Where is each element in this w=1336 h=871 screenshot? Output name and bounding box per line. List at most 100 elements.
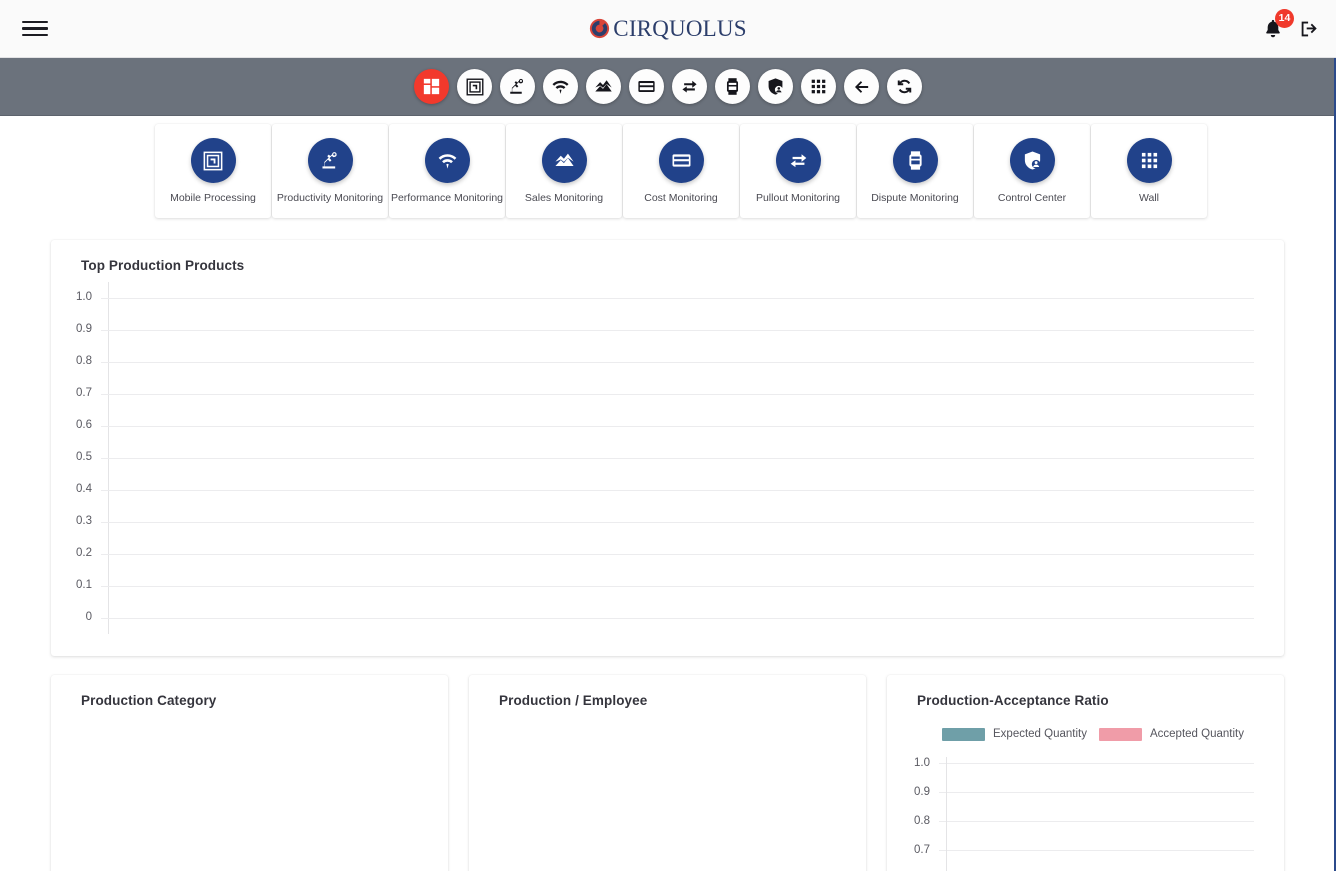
panel-top-production-products: Top Production Products 1.0 0.9 0.8 0.7 … bbox=[51, 240, 1284, 656]
gridline bbox=[101, 489, 1254, 491]
toolbar-dispute-monitoring-button[interactable] bbox=[715, 69, 750, 104]
y-axis-tick: 0.3 bbox=[76, 515, 92, 528]
shortcut-label: Cost Monitoring bbox=[644, 192, 718, 205]
exchange-arrows-icon bbox=[682, 80, 697, 93]
gridline bbox=[101, 329, 1254, 331]
legend-item-accepted-quantity[interactable]: Accepted Quantity bbox=[1098, 727, 1244, 741]
panel-title: Top Production Products bbox=[81, 258, 245, 273]
gridline bbox=[939, 792, 1254, 793]
chart-gridline-row: 0.9 bbox=[51, 314, 1254, 346]
shortcut-card-performance-monitoring[interactable]: Performance Monitoring bbox=[389, 124, 505, 218]
chart-gridline-row: 0.8 bbox=[51, 346, 1254, 378]
toolbar-mobile-processing-button[interactable] bbox=[457, 69, 492, 104]
bottom-panels-row: Production Category Production / Employe… bbox=[51, 675, 1284, 871]
y-axis-tick: 0.1 bbox=[76, 579, 92, 592]
y-axis-tick: 0.4 bbox=[76, 483, 92, 496]
gridline bbox=[101, 361, 1254, 363]
shortcut-label: Control Center bbox=[997, 192, 1067, 205]
shield-user-icon bbox=[768, 78, 783, 95]
y-axis-tick: 0.8 bbox=[76, 355, 92, 368]
y-axis-tick: 0.7 bbox=[76, 387, 92, 400]
notifications-button[interactable]: 14 bbox=[1262, 8, 1294, 41]
credit-card-icon bbox=[638, 80, 655, 93]
shortcut-card-pullout-monitoring[interactable]: Pullout Monitoring bbox=[740, 124, 856, 218]
toolbar-control-center-button[interactable] bbox=[758, 69, 793, 104]
chart-gridline-row: 0.1 bbox=[51, 570, 1254, 602]
chart-gridline-row: 0.2 bbox=[51, 538, 1254, 570]
hamburger-bar bbox=[22, 33, 48, 37]
logout-icon[interactable] bbox=[1298, 18, 1320, 40]
hamburger-bar bbox=[22, 27, 48, 30]
toolbar-refresh-button[interactable] bbox=[887, 69, 922, 104]
dashboard-grid-icon bbox=[423, 78, 440, 95]
chart-gridline-row: 0.3 bbox=[51, 506, 1254, 538]
chart-legend: Expected Quantity Accepted Quantity bbox=[942, 728, 1284, 741]
shortcut-label: Sales Monitoring bbox=[524, 192, 604, 205]
toolbar-performance-monitoring-button[interactable] bbox=[543, 69, 578, 104]
shortcut-icon-wrap bbox=[1009, 138, 1055, 184]
exchange-arrows-icon bbox=[790, 154, 806, 168]
shortcut-label: Wall bbox=[1138, 192, 1160, 205]
toolbar-sales-monitoring-button[interactable] bbox=[586, 69, 621, 104]
chart-gridline-row: 0.7 bbox=[51, 378, 1254, 410]
top-header-bar: CIRQUOLUS 14 bbox=[0, 0, 1336, 58]
y-axis-tick: 0.5 bbox=[76, 451, 92, 464]
shortcut-card-mobile-processing[interactable]: Mobile Processing bbox=[155, 124, 271, 218]
shortcut-card-dispute-monitoring[interactable]: Dispute Monitoring bbox=[857, 124, 973, 218]
gauge-wifi-icon bbox=[552, 80, 569, 94]
panel-production-employee: Production / Employee bbox=[469, 675, 866, 871]
gauge-wifi-icon bbox=[438, 154, 456, 169]
panel-title: Production Category bbox=[81, 693, 217, 708]
production-acceptance-ratio-chart: 1.0 0.9 0.8 0.7 0.6 bbox=[887, 749, 1284, 871]
shortcut-label: Mobile Processing bbox=[170, 192, 256, 205]
shortcut-icon-wrap bbox=[1126, 138, 1172, 184]
shortcut-icon-wrap bbox=[190, 138, 236, 184]
gridline bbox=[101, 297, 1254, 299]
apps-grid-icon bbox=[811, 79, 826, 94]
shortcut-icon-wrap bbox=[424, 138, 470, 184]
chart-gridline-row: 0.5 bbox=[51, 442, 1254, 474]
toolbar-wall-button[interactable] bbox=[801, 69, 836, 104]
hamburger-menu-icon[interactable] bbox=[22, 16, 48, 42]
brand-logo: CIRQUOLUS bbox=[0, 0, 1336, 57]
chart-y-axis-line bbox=[946, 757, 947, 871]
gridline bbox=[939, 821, 1254, 822]
shortcut-cards-row: Mobile Processing Productivity Monitorin… bbox=[155, 124, 1336, 218]
y-axis-tick: 0.7 bbox=[914, 843, 930, 856]
gridline bbox=[101, 425, 1254, 427]
toolbar-pullout-monitoring-button[interactable] bbox=[672, 69, 707, 104]
y-axis-tick: 0 bbox=[85, 611, 92, 624]
legend-label: Accepted Quantity bbox=[1149, 727, 1244, 740]
gridline bbox=[939, 850, 1254, 851]
shortcut-label: Dispute Monitoring bbox=[871, 192, 959, 205]
legend-item-expected-quantity[interactable]: Expected Quantity bbox=[942, 728, 1087, 741]
toolbar-cost-monitoring-button[interactable] bbox=[629, 69, 664, 104]
app-root: CIRQUOLUS 14 Mobile Processing Productiv… bbox=[0, 0, 1336, 871]
legend-swatch bbox=[1098, 728, 1142, 741]
shortcut-icon-wrap bbox=[775, 138, 821, 184]
shortcut-card-productivity-monitoring[interactable]: Productivity Monitoring bbox=[272, 124, 388, 218]
shortcut-cards-strip[interactable]: Mobile Processing Productivity Monitorin… bbox=[0, 116, 1336, 226]
shortcut-card-sales-monitoring[interactable]: Sales Monitoring bbox=[506, 124, 622, 218]
panel-production-category: Production Category bbox=[51, 675, 448, 871]
toolbar-back-button[interactable] bbox=[844, 69, 879, 104]
shortcut-icon-wrap bbox=[541, 138, 587, 184]
hamburger-bar bbox=[22, 20, 48, 24]
panel-production-acceptance-ratio: Production-Acceptance Ratio Expected Qua… bbox=[887, 675, 1284, 871]
refresh-icon bbox=[897, 79, 912, 94]
smartwatch-icon bbox=[726, 78, 739, 95]
gridline bbox=[101, 521, 1254, 523]
shortcut-icon-wrap bbox=[307, 138, 353, 184]
toolbar-productivity-monitoring-button[interactable] bbox=[500, 69, 535, 104]
toolbar-dashboard-button[interactable] bbox=[414, 69, 449, 104]
shortcut-card-control-center[interactable]: Control Center bbox=[974, 124, 1090, 218]
shield-user-icon bbox=[1024, 151, 1040, 170]
y-axis-tick: 0.6 bbox=[76, 419, 92, 432]
legend-swatch bbox=[942, 728, 985, 741]
shortcut-card-cost-monitoring[interactable]: Cost Monitoring bbox=[623, 124, 739, 218]
gridline bbox=[939, 763, 1254, 764]
shortcut-icon-wrap bbox=[658, 138, 704, 184]
shortcut-card-wall[interactable]: Wall bbox=[1091, 124, 1207, 218]
apps-grid-icon bbox=[1141, 153, 1157, 169]
notification-count-badge: 14 bbox=[1275, 8, 1294, 28]
